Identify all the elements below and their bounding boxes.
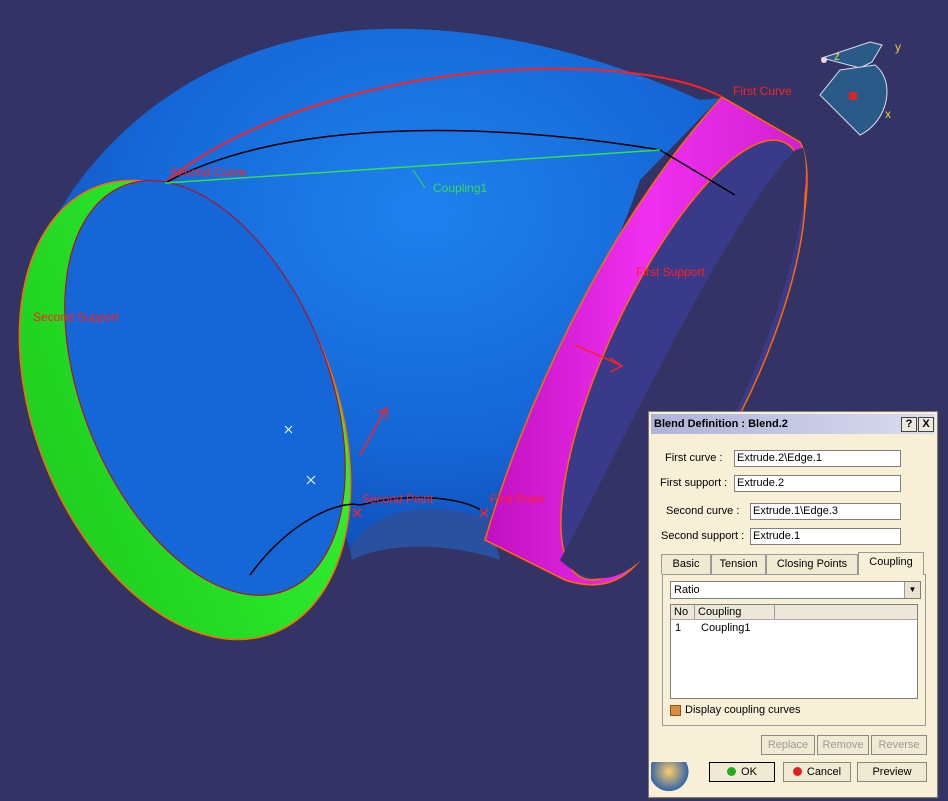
- reverse-button[interactable]: Reverse: [871, 735, 927, 755]
- tab-closing-points[interactable]: Closing Points: [766, 554, 858, 574]
- first-support-row: First support : Extrude.2: [649, 474, 929, 494]
- ok-label: OK: [741, 766, 757, 778]
- coupling-label: Coupling1: [433, 181, 487, 195]
- svg-text:z: z: [834, 49, 840, 63]
- chevron-down-icon[interactable]: ▼: [904, 582, 920, 598]
- ok-button[interactable]: OK: [709, 762, 775, 782]
- second-support-row: Second support : Extrude.1: [649, 527, 929, 547]
- coupling-panel: Ratio ▼ No Coupling 1 Coupling1 Display …: [662, 574, 926, 726]
- first-curve-label: First Curve: [733, 84, 792, 98]
- column-no[interactable]: No: [671, 605, 695, 619]
- close-button[interactable]: X: [918, 417, 934, 432]
- compass-icon[interactable]: y z x: [819, 40, 901, 136]
- second-support-label: Second support :: [661, 530, 745, 542]
- svg-text:y: y: [895, 40, 901, 54]
- first-curve-label: First curve :: [665, 452, 723, 464]
- coupling-mode-value: Ratio: [674, 584, 700, 596]
- column-coupling[interactable]: Coupling: [695, 605, 775, 619]
- first-curve-row: First curve : Extrude.2\Edge.1: [649, 449, 929, 469]
- first-support-field[interactable]: Extrude.2: [734, 475, 901, 492]
- cancel-icon: [792, 767, 802, 776]
- coupling-mode-select[interactable]: Ratio ▼: [670, 581, 921, 599]
- preview-button[interactable]: Preview: [857, 762, 927, 782]
- tab-basic[interactable]: Basic: [661, 554, 711, 574]
- first-support-label: First support :: [660, 477, 728, 489]
- first-point-label: First Point: [490, 492, 545, 506]
- second-curve-label: Second curve :: [666, 505, 740, 517]
- cancel-button[interactable]: Cancel: [783, 762, 851, 782]
- second-curve-row: Second curve : Extrude.1\Edge.3: [649, 502, 929, 522]
- first-support-label: First Support: [636, 265, 705, 279]
- second-point-label: Second Point: [362, 492, 434, 506]
- ok-icon: [727, 767, 737, 776]
- cancel-label: Cancel: [806, 766, 842, 778]
- blend-definition-dialog: Blend Definition : Blend.2 ? X First cur…: [648, 411, 938, 798]
- table-row-no[interactable]: 1: [675, 621, 681, 635]
- remove-button[interactable]: Remove: [817, 735, 869, 755]
- coupling-list-header: No Coupling: [671, 605, 917, 620]
- first-curve-field[interactable]: Extrude.2\Edge.1: [734, 450, 901, 467]
- display-coupling-label: Display coupling curves: [685, 704, 801, 716]
- dialog-title: Blend Definition : Blend.2: [654, 418, 788, 430]
- svg-text:x: x: [885, 107, 891, 121]
- display-coupling-checkbox[interactable]: [670, 705, 681, 716]
- second-support-field[interactable]: Extrude.1: [750, 528, 901, 545]
- second-curve-field[interactable]: Extrude.1\Edge.3: [750, 503, 901, 520]
- dialog-titlebar[interactable]: Blend Definition : Blend.2 ? X: [651, 414, 935, 434]
- tab-coupling[interactable]: Coupling: [858, 552, 924, 575]
- second-support-label: Second Support: [33, 310, 120, 324]
- second-curve-label: Second Curve: [170, 165, 246, 179]
- coupling-list[interactable]: No Coupling 1 Coupling1: [670, 604, 918, 699]
- tab-tension[interactable]: Tension: [711, 554, 766, 574]
- help-button[interactable]: ?: [901, 417, 917, 432]
- table-row-coupling[interactable]: Coupling1: [701, 621, 751, 635]
- globe-icon: [651, 762, 696, 794]
- replace-button[interactable]: Replace: [761, 735, 815, 755]
